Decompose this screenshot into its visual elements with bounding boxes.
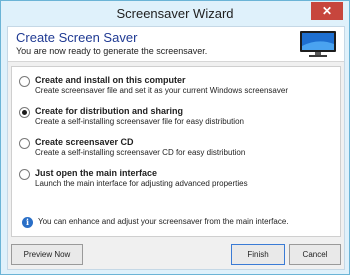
option-title: Create screensaver CD [35, 137, 134, 147]
option-title: Create and install on this computer [35, 75, 186, 85]
title-bar: Screensaver Wizard ✕ [1, 1, 349, 26]
page-title: Create Screen Saver [16, 30, 138, 45]
option-title: Just open the main interface [35, 168, 158, 178]
option-title: Create for distribution and sharing [35, 106, 184, 116]
radio-install[interactable] [19, 76, 30, 87]
info-text: You can enhance and adjust your screensa… [38, 217, 289, 226]
page-subtitle: You are now ready to generate the screen… [16, 46, 208, 56]
preview-now-button[interactable]: Preview Now [11, 244, 83, 265]
option-description: Create a self-installing screensaver fil… [35, 117, 244, 126]
window-title: Screensaver Wizard [116, 6, 234, 21]
info-icon: i [22, 217, 33, 228]
finish-button[interactable]: Finish [231, 244, 285, 265]
option-description: Create a self-installing screensaver CD … [35, 148, 246, 157]
wizard-client-area: Create Screen Saver You are now ready to… [7, 26, 345, 270]
wizard-header: Create Screen Saver You are now ready to… [8, 27, 344, 62]
radio-main-interface[interactable] [19, 169, 30, 180]
option-description: Create screensaver file and set it as yo… [35, 86, 288, 95]
wizard-window: Screensaver Wizard ✕ Create Screen Saver… [0, 0, 350, 275]
cancel-button[interactable]: Cancel [289, 244, 341, 265]
option-description: Launch the main interface for adjusting … [35, 179, 248, 188]
close-button[interactable]: ✕ [311, 2, 343, 20]
radio-cd[interactable] [19, 138, 30, 149]
close-icon: ✕ [321, 4, 333, 18]
options-panel: Create and install on this computer Crea… [11, 66, 341, 237]
monitor-icon [300, 31, 336, 57]
radio-distribution[interactable] [19, 107, 30, 118]
